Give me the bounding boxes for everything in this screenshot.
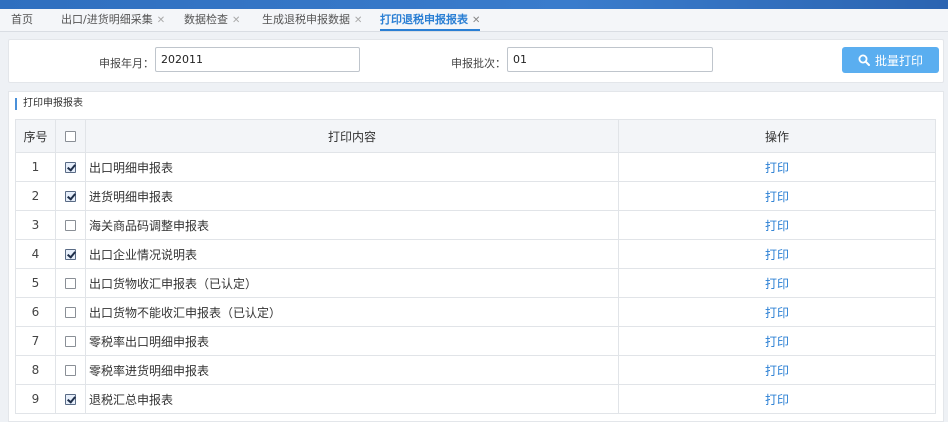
- row-checkbox[interactable]: [65, 220, 76, 231]
- table-header-row: 序号 打印内容 操作: [15, 119, 936, 153]
- tab-bar: 首页 出口/进货明细采集 ✕ 数据检查 ✕ 生成退税申报数据 ✕ 打印退税申报报表 ✕: [0, 9, 948, 32]
- table-row: 9 退税汇总申报表 打印: [15, 384, 936, 414]
- header-select-all[interactable]: [55, 119, 86, 153]
- report-table: 序号 打印内容 操作 1 出口明细申报表 打印 2 进货明细申报表 打印 3 海关商品码调整申…: [15, 119, 936, 414]
- header-index: 序号: [15, 119, 56, 153]
- tab-label: 数据检查: [184, 13, 228, 26]
- print-link[interactable]: 打印: [765, 364, 789, 378]
- row-select[interactable]: [55, 239, 86, 269]
- print-link[interactable]: 打印: [765, 190, 789, 204]
- row-select[interactable]: [55, 268, 86, 298]
- table-row: 7 零税率出口明细申报表 打印: [15, 326, 936, 356]
- table-row: 8 零税率进货明细申报表 打印: [15, 355, 936, 385]
- table-row: 4 出口企业情况说明表 打印: [15, 239, 936, 269]
- select-all-checkbox[interactable]: [65, 131, 76, 142]
- tab-label: 首页: [11, 13, 33, 26]
- row-action: 打印: [618, 297, 936, 327]
- table-row: 1 出口明细申报表 打印: [15, 152, 936, 182]
- print-link[interactable]: 打印: [765, 306, 789, 320]
- row-select[interactable]: [55, 384, 86, 414]
- row-select[interactable]: [55, 210, 86, 240]
- tab-home[interactable]: 首页: [11, 9, 33, 31]
- row-action: 打印: [618, 384, 936, 414]
- table-row: 6 出口货物不能收汇申报表（已认定） 打印: [15, 297, 936, 327]
- tab-export-import-detail[interactable]: 出口/进货明细采集 ✕: [61, 9, 165, 31]
- row-index: 3: [15, 210, 56, 240]
- print-link[interactable]: 打印: [765, 393, 789, 407]
- tab-label: 打印退税申报报表: [380, 13, 468, 26]
- row-action: 打印: [618, 355, 936, 385]
- row-checkbox[interactable]: [65, 394, 76, 405]
- tab-label: 出口/进货明细采集: [61, 13, 153, 26]
- row-action: 打印: [618, 181, 936, 211]
- print-link[interactable]: 打印: [765, 277, 789, 291]
- batch-label: 申报批次：: [451, 57, 506, 70]
- row-checkbox[interactable]: [65, 307, 76, 318]
- close-icon[interactable]: ✕: [232, 15, 240, 26]
- tab-label: 生成退税申报数据: [262, 13, 350, 26]
- batch-print-button[interactable]: 批量打印: [842, 47, 939, 73]
- row-select[interactable]: [55, 326, 86, 356]
- header-action: 操作: [618, 119, 936, 153]
- row-checkbox[interactable]: [65, 162, 76, 173]
- tab-print-reports[interactable]: 打印退税申报报表 ✕: [380, 9, 481, 31]
- report-name: 出口货物不能收汇申报表（已认定）: [85, 297, 619, 327]
- table-row: 2 进货明细申报表 打印: [15, 181, 936, 211]
- report-name: 海关商品码调整申报表: [85, 210, 619, 240]
- tab-generate-data[interactable]: 生成退税申报数据 ✕: [262, 9, 362, 31]
- print-link[interactable]: 打印: [765, 161, 789, 175]
- top-banner: [0, 0, 948, 9]
- row-select[interactable]: [55, 355, 86, 385]
- print-link[interactable]: 打印: [765, 248, 789, 262]
- row-index: 9: [15, 384, 56, 414]
- row-checkbox[interactable]: [65, 191, 76, 202]
- row-index: 8: [15, 355, 56, 385]
- row-index: 5: [15, 268, 56, 298]
- row-action: 打印: [618, 239, 936, 269]
- print-link[interactable]: 打印: [765, 335, 789, 349]
- row-select[interactable]: [55, 152, 86, 182]
- row-select[interactable]: [55, 297, 86, 327]
- row-select[interactable]: [55, 181, 86, 211]
- close-icon[interactable]: ✕: [472, 15, 480, 26]
- section-title: 打印申报报表: [15, 98, 83, 110]
- search-icon: [858, 54, 870, 66]
- search-panel: 申报年月： 申报批次： 批量打印: [8, 39, 944, 83]
- row-index: 2: [15, 181, 56, 211]
- row-action: 打印: [618, 326, 936, 356]
- row-action: 打印: [618, 152, 936, 182]
- table-row: 3 海关商品码调整申报表 打印: [15, 210, 936, 240]
- close-icon[interactable]: ✕: [157, 15, 165, 26]
- tab-data-check[interactable]: 数据检查 ✕: [184, 9, 240, 31]
- close-icon[interactable]: ✕: [354, 15, 362, 26]
- row-action: 打印: [618, 210, 936, 240]
- table-row: 5 出口货物收汇申报表（已认定） 打印: [15, 268, 936, 298]
- row-index: 6: [15, 297, 56, 327]
- row-index: 4: [15, 239, 56, 269]
- report-name: 出口企业情况说明表: [85, 239, 619, 269]
- report-name: 出口货物收汇申报表（已认定）: [85, 268, 619, 298]
- report-name: 出口明细申报表: [85, 152, 619, 182]
- row-index: 1: [15, 152, 56, 182]
- header-content: 打印内容: [85, 119, 619, 153]
- row-index: 7: [15, 326, 56, 356]
- batch-input[interactable]: [507, 47, 713, 72]
- report-name: 退税汇总申报表: [85, 384, 619, 414]
- batch-print-label: 批量打印: [874, 53, 923, 68]
- report-panel: 打印申报报表 序号 打印内容 操作 1 出口明细申报表 打印 2 进货明细申报表 打印 3 海…: [8, 91, 944, 422]
- row-action: 打印: [618, 268, 936, 298]
- row-checkbox[interactable]: [65, 365, 76, 376]
- report-name: 进货明细申报表: [85, 181, 619, 211]
- print-link[interactable]: 打印: [765, 219, 789, 233]
- report-name: 零税率出口明细申报表: [85, 326, 619, 356]
- row-checkbox[interactable]: [65, 336, 76, 347]
- report-name: 零税率进货明细申报表: [85, 355, 619, 385]
- period-input[interactable]: [155, 47, 360, 72]
- row-checkbox[interactable]: [65, 278, 76, 289]
- period-label: 申报年月：: [99, 57, 154, 70]
- row-checkbox[interactable]: [65, 249, 76, 260]
